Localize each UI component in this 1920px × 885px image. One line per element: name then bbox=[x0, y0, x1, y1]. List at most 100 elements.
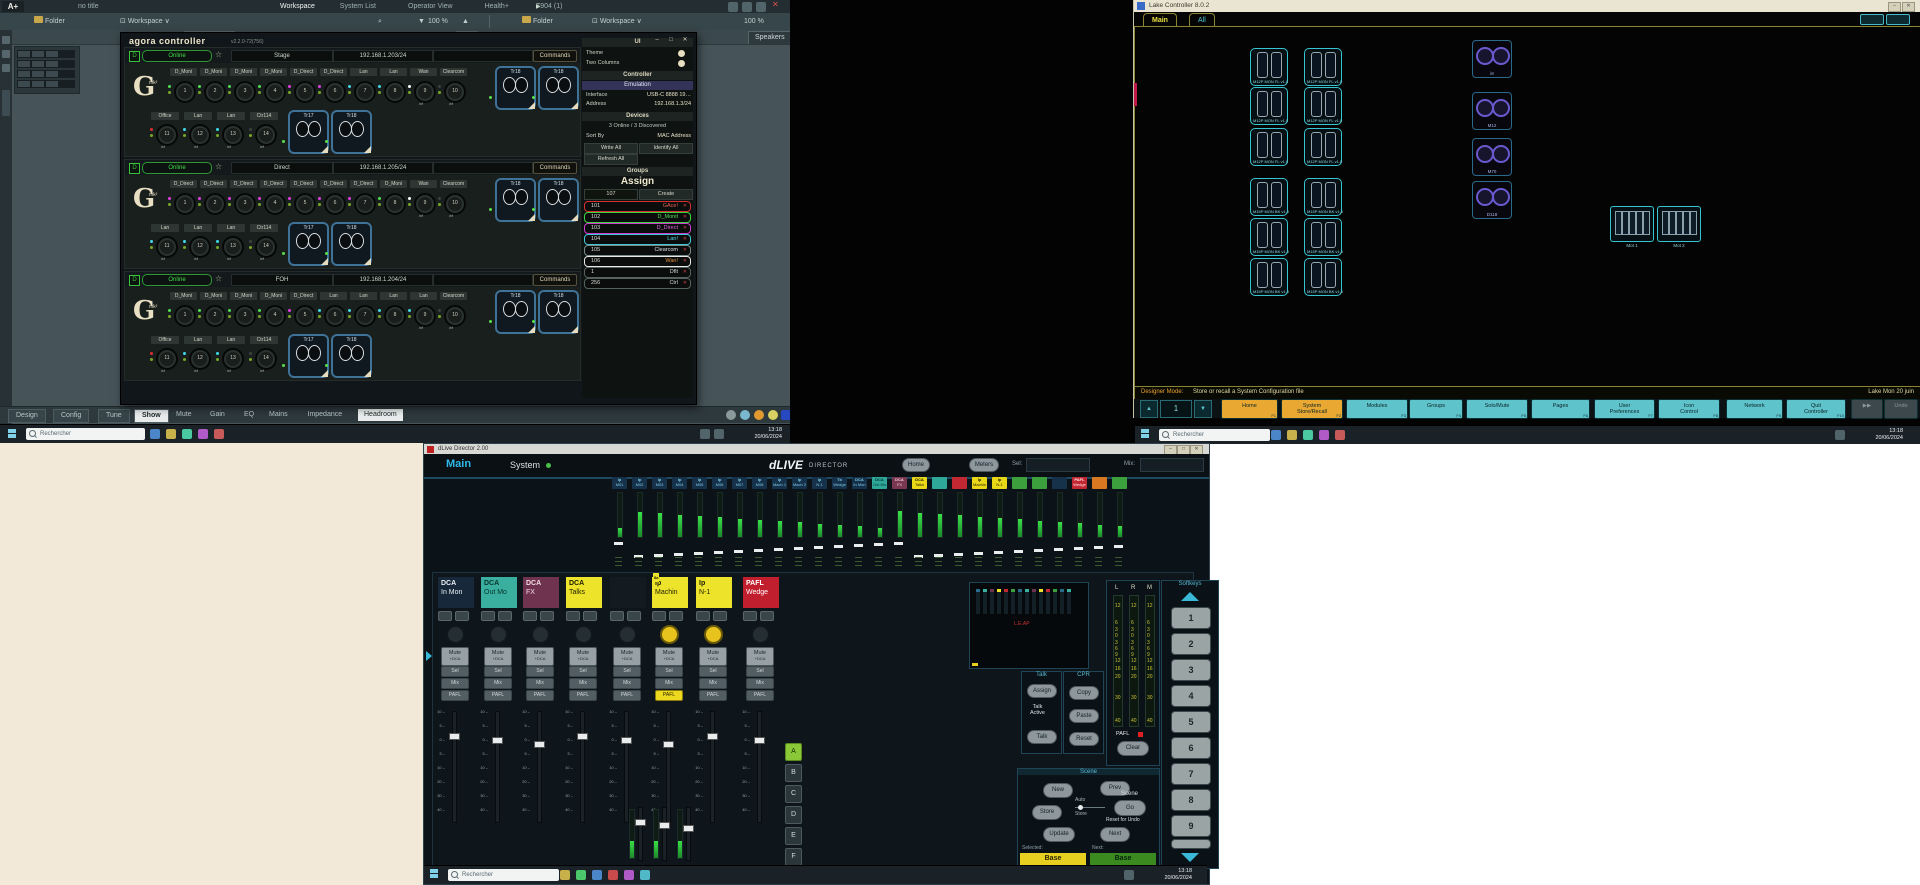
mode-tab-show[interactable]: Show bbox=[134, 409, 169, 423]
strip-button-small[interactable] bbox=[498, 611, 512, 621]
channel-knob[interactable]: 4 bbox=[264, 81, 286, 103]
strip-mute-button[interactable]: Mute+DCA bbox=[569, 647, 597, 666]
auto-store-slider-dot[interactable] bbox=[1078, 805, 1083, 810]
bridge-fader-tick[interactable] bbox=[1114, 545, 1123, 548]
lake-tab-all[interactable]: All bbox=[1189, 13, 1215, 27]
maximize-icon[interactable]: □ bbox=[666, 36, 676, 44]
start-button[interactable] bbox=[430, 869, 441, 880]
group-row[interactable]: 102D_Monit✕ bbox=[584, 212, 691, 223]
strip-mute-button[interactable]: Mute+DCA bbox=[746, 647, 774, 666]
strip-label[interactable]: DCAIn Mon bbox=[438, 577, 474, 608]
menubar-icon[interactable] bbox=[728, 2, 738, 12]
strip-knob[interactable] bbox=[531, 625, 550, 644]
strip-button-small[interactable] bbox=[566, 611, 580, 621]
strip-mute-button[interactable]: Mute+DCA bbox=[613, 647, 641, 666]
lake-canvas[interactable]: M12P MON FL v1.0M12P MON FL v1.0M12P MON… bbox=[1134, 26, 1920, 388]
bridge-fader-tick[interactable] bbox=[834, 545, 843, 548]
strip-mute-button[interactable]: Mute+DCA bbox=[699, 647, 727, 666]
strip-button-small[interactable] bbox=[743, 611, 757, 621]
tray-icon[interactable] bbox=[714, 429, 724, 439]
lake-module-tile[interactable]: M15P MON BK v1.0 bbox=[1250, 218, 1288, 256]
bridge-fader-tick[interactable] bbox=[994, 551, 1003, 554]
strip-button-small[interactable] bbox=[438, 611, 452, 621]
strip-knob[interactable] bbox=[704, 625, 723, 644]
commands-button[interactable]: Commands bbox=[533, 162, 577, 174]
group-row[interactable]: 256Ctrl✕ bbox=[584, 278, 691, 289]
commands-button[interactable]: Commands bbox=[533, 274, 577, 286]
strip-pafl-button[interactable]: PAFL bbox=[441, 690, 469, 701]
channel-knob[interactable]: 13 bbox=[222, 124, 244, 146]
pafl-clear-button[interactable]: Clear bbox=[1117, 741, 1149, 756]
strip-mix-button[interactable]: Mix bbox=[746, 678, 774, 689]
strip-button-small[interactable] bbox=[610, 611, 624, 621]
taskbar-app-icon[interactable] bbox=[592, 870, 602, 880]
close-icon[interactable]: ✕ bbox=[680, 36, 690, 44]
group-row[interactable]: 106Wan!✕ bbox=[584, 256, 691, 267]
taskbar-app-icon[interactable] bbox=[214, 429, 224, 439]
lake-device-tile[interactable]: M12 bbox=[1472, 92, 1512, 130]
menu-system[interactable]: System bbox=[510, 460, 540, 470]
strip-mix-button[interactable]: Mix bbox=[526, 678, 554, 689]
remove-group-icon[interactable]: ✕ bbox=[683, 268, 687, 276]
favorite-star-icon[interactable]: ☆ bbox=[215, 274, 222, 283]
strip-fader-handle[interactable] bbox=[663, 741, 674, 748]
strip-mute-button[interactable]: Mute+DCA bbox=[484, 647, 512, 666]
channel-knob[interactable]: 1 bbox=[174, 81, 196, 103]
channel-knob[interactable]: 2 bbox=[204, 81, 226, 103]
strip-fader-track[interactable] bbox=[452, 711, 457, 823]
device-name-field[interactable]: FOH bbox=[231, 274, 333, 286]
group-row[interactable]: 103D_Direct✕ bbox=[584, 223, 691, 234]
channel-knob[interactable]: 8 bbox=[384, 305, 406, 327]
bridge-channel-tag[interactable]: DCAOut Mo bbox=[872, 477, 887, 489]
workspace-dropdown-2[interactable]: ⊡ Workspace ∨ bbox=[592, 16, 642, 27]
strip-label[interactable]: DCATalks bbox=[566, 577, 602, 608]
strip-fader-track[interactable] bbox=[495, 711, 500, 823]
taskbar-app-icon[interactable] bbox=[624, 870, 634, 880]
bridge-fader-tick[interactable] bbox=[1054, 548, 1063, 551]
lake-mute-chip[interactable] bbox=[1886, 14, 1910, 25]
device-name-field[interactable]: Stage bbox=[231, 50, 333, 62]
menu-main[interactable]: Main bbox=[446, 458, 471, 470]
lake-button-icon-control[interactable]: Icon ControlF8 bbox=[1658, 399, 1720, 419]
strip-fader-handle[interactable] bbox=[707, 733, 718, 740]
taskbar-app-icon[interactable] bbox=[1303, 430, 1313, 440]
taskbar-app-icon[interactable] bbox=[1271, 430, 1281, 440]
mini-fader-track[interactable] bbox=[662, 807, 667, 861]
scene-new-button[interactable]: New bbox=[1043, 783, 1073, 798]
channel-knob[interactable]: 12 bbox=[189, 236, 211, 258]
channel-knob[interactable]: 5 bbox=[294, 305, 316, 327]
lake-device-tile[interactable]: M70 bbox=[1472, 138, 1512, 176]
strip-fader-handle[interactable] bbox=[449, 733, 460, 740]
mini-fader-track[interactable] bbox=[686, 807, 691, 861]
menu-tab-t904-1-[interactable]: T904 (1) bbox=[536, 0, 562, 13]
device-extra-field[interactable] bbox=[433, 50, 533, 62]
canvas-scroll-marker[interactable] bbox=[1134, 83, 1137, 106]
speaker-tile[interactable]: Tr18 bbox=[538, 290, 579, 334]
strip-mute-button[interactable]: Mute+DCA bbox=[441, 647, 469, 666]
channel-knob[interactable]: 7 bbox=[354, 305, 376, 327]
zoom-in[interactable]: ▲ bbox=[462, 16, 469, 27]
sidebar-handle[interactable] bbox=[2, 90, 10, 116]
strip-knob[interactable] bbox=[489, 625, 508, 644]
strip-fader-track[interactable] bbox=[537, 711, 542, 823]
bank-button-c[interactable]: C bbox=[785, 785, 802, 803]
strip-fader-handle[interactable] bbox=[754, 737, 765, 744]
home-button[interactable]: Home bbox=[902, 458, 930, 472]
scene-store-button[interactable]: Store bbox=[1032, 805, 1062, 820]
lake-rack-tile[interactable]: Mot 2 bbox=[1657, 206, 1701, 242]
device-power-icon[interactable]: D bbox=[129, 275, 140, 286]
lake-button-network[interactable]: NetworkF9 bbox=[1726, 399, 1783, 419]
strip-fader-track[interactable] bbox=[757, 711, 762, 823]
channel-knob[interactable]: 6 bbox=[324, 81, 346, 103]
strip-mix-button[interactable]: Mix bbox=[655, 678, 683, 689]
bridge-channel-tag[interactable] bbox=[1052, 477, 1067, 489]
bridge-fader-tick[interactable] bbox=[974, 552, 983, 555]
strip-mix-button[interactable]: Mix bbox=[441, 678, 469, 689]
cpr-paste-button[interactable]: Paste bbox=[1069, 709, 1099, 723]
address-value[interactable]: 192.168.1.3/24 bbox=[654, 100, 691, 109]
channel-knob[interactable]: 12 bbox=[189, 348, 211, 370]
channel-knob[interactable]: 11 bbox=[156, 124, 178, 146]
speaker-tile[interactable]: Tr18 bbox=[495, 66, 536, 110]
taskbar-app-icon[interactable] bbox=[1335, 430, 1345, 440]
tray-icon[interactable] bbox=[700, 429, 710, 439]
